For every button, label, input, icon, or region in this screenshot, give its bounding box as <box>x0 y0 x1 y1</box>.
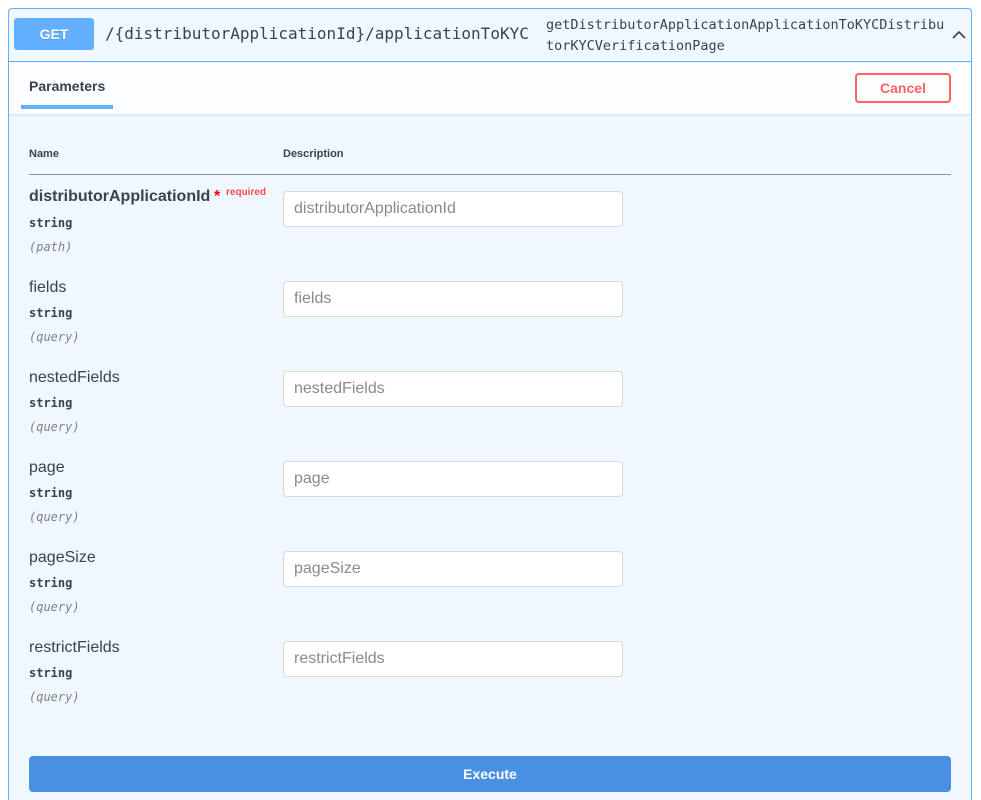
param-name: pageSize <box>29 549 96 566</box>
param-input-pageSize[interactable] <box>283 551 623 587</box>
param-name: nestedFields <box>29 369 120 386</box>
param-type: string <box>29 216 73 230</box>
param-type: string <box>29 306 73 320</box>
tab-parameters[interactable]: Parameters <box>21 63 113 109</box>
param-type: string <box>29 576 73 590</box>
operation-path: /{distributorApplicationId}/applicationT… <box>105 24 529 43</box>
param-location: (path) <box>29 240 73 254</box>
operation-id: getDistributorApplicationApplicationToKY… <box>546 17 945 54</box>
required-star: * <box>214 188 221 205</box>
required-label: required <box>226 187 267 198</box>
param-input-page[interactable] <box>283 461 623 497</box>
param-location: (query) <box>29 420 80 434</box>
param-input-distributorApplicationId[interactable] <box>283 191 623 227</box>
param-location: (query) <box>29 510 80 524</box>
chevron-up-icon[interactable] <box>951 27 967 43</box>
tab-active-indicator <box>21 105 113 109</box>
name-column-header: Name <box>29 148 59 160</box>
param-type: string <box>29 666 73 680</box>
execute-button[interactable]: Execute <box>29 756 951 792</box>
param-name: distributorApplicationId <box>29 188 211 205</box>
method-badge: GET <box>14 18 94 50</box>
description-column-header: Description <box>283 148 344 160</box>
param-location: (query) <box>29 690 80 704</box>
operation-block: GET /{distributorApplicationId}/applicat… <box>8 8 972 800</box>
param-input-nestedFields[interactable] <box>283 371 623 407</box>
header-divider <box>29 174 951 175</box>
param-type: string <box>29 486 73 500</box>
param-name: restrictFields <box>29 639 120 656</box>
operation-summary[interactable]: GET /{distributorApplicationId}/applicat… <box>9 9 971 62</box>
param-type: string <box>29 396 73 410</box>
param-input-fields[interactable] <box>283 281 623 317</box>
parameters-section-header: Parameters Cancel <box>9 63 971 114</box>
param-input-restrictFields[interactable] <box>283 641 623 677</box>
param-name: fields <box>29 279 67 296</box>
param-location: (query) <box>29 330 80 344</box>
param-name: page <box>29 459 65 476</box>
param-location: (query) <box>29 600 80 614</box>
cancel-button[interactable]: Cancel <box>855 73 951 103</box>
